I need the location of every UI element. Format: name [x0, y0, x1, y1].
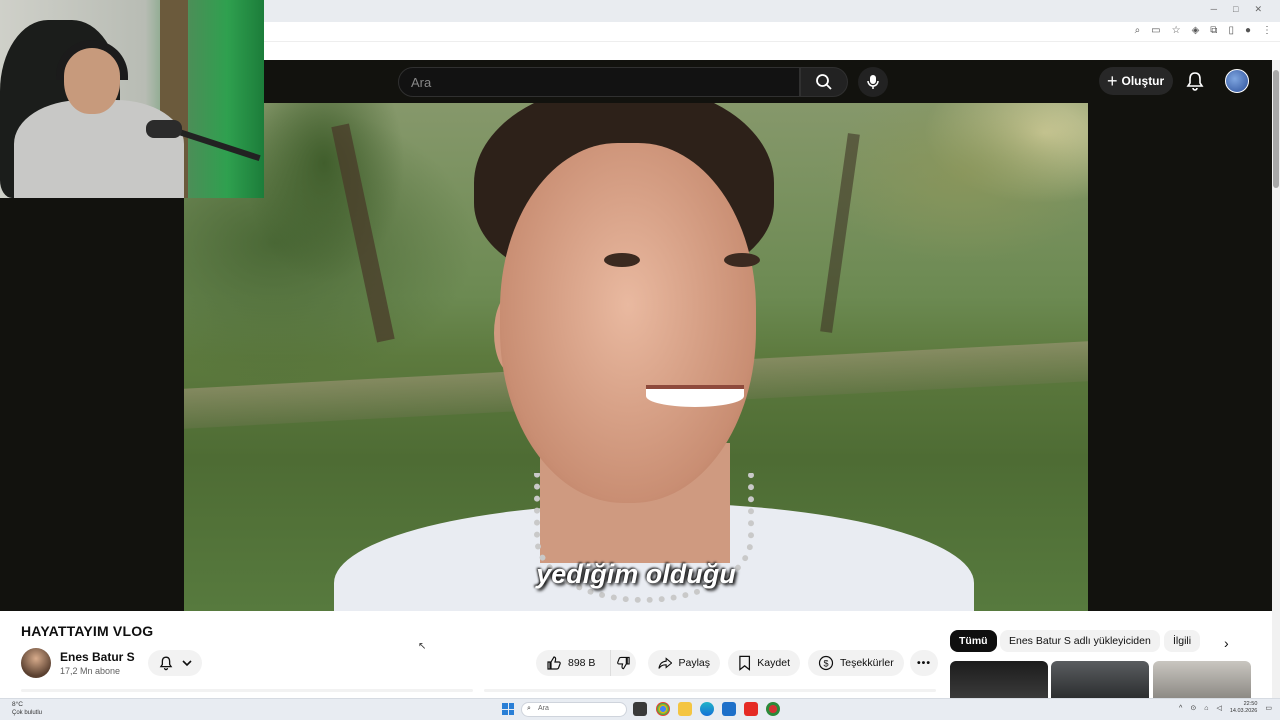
- video-scene-mouth: [646, 385, 744, 407]
- video-scene-eye: [604, 253, 640, 267]
- clock[interactable]: 22:50 14.03.2026: [1230, 701, 1258, 715]
- video-title: HAYATTAYIM VLOG: [21, 623, 154, 639]
- youtube-icon[interactable]: [744, 702, 758, 716]
- search-icon: [816, 74, 832, 90]
- thanks-label: Teşekkürler: [840, 657, 894, 669]
- maximize-icon[interactable]: □: [1233, 4, 1238, 15]
- dislike-button[interactable]: [610, 650, 636, 676]
- account-avatar[interactable]: [1225, 69, 1249, 93]
- file-explorer-icon[interactable]: [678, 702, 692, 716]
- subscription-bell-button[interactable]: [148, 650, 202, 676]
- cast-icon[interactable]: ▭: [1151, 25, 1160, 36]
- chip-from-uploader[interactable]: Enes Batur S adlı yükleyiciden: [1000, 630, 1160, 652]
- chrome-icon[interactable]: [656, 702, 670, 716]
- voice-search-button[interactable]: [858, 67, 888, 97]
- video-subtitle: yediğim olduğu: [536, 559, 736, 589]
- app-icon[interactable]: [766, 702, 780, 716]
- windows-taskbar: 8°C Çok bulutlu ⌕ Ara ^ ⊙ ⌂ ◁ 22:50 14.0…: [0, 698, 1280, 720]
- share-button[interactable]: Paylaş: [648, 650, 720, 676]
- chip-related[interactable]: İlgili: [1164, 630, 1201, 652]
- screen: ─ □ ✕ ⌕ ▭ ☆ ◈ ⧉ ▯ ● ⋮ Ara + Oluştur yedi…: [0, 0, 1280, 720]
- channel-name[interactable]: Enes Batur S: [60, 650, 135, 664]
- video-scene-tree: [331, 123, 395, 343]
- plus-icon: +: [1107, 71, 1118, 91]
- microphone-icon: [867, 75, 879, 89]
- thanks-button[interactable]: $ Teşekkürler: [808, 650, 904, 676]
- volume-icon[interactable]: ◁: [1216, 704, 1221, 712]
- chevron-down-icon: [181, 660, 192, 667]
- subscriber-count: 17,2 Mn abone: [60, 666, 121, 676]
- edge-icon[interactable]: [700, 702, 714, 716]
- weather-temperature: 8°C: [12, 701, 23, 708]
- store-icon[interactable]: [722, 702, 736, 716]
- page-scrollbar[interactable]: [1272, 60, 1280, 698]
- recommended-video-thumbnail[interactable]: [1051, 661, 1149, 698]
- video-player[interactable]: yediğim olduğu: [184, 103, 1088, 611]
- share-arrow-icon: [658, 657, 673, 669]
- channel-avatar[interactable]: [21, 648, 51, 678]
- webcam-person-body: [14, 100, 184, 198]
- close-icon[interactable]: ✕: [1254, 4, 1262, 15]
- save-button[interactable]: Kaydet: [728, 650, 800, 676]
- task-view-icon[interactable]: [633, 702, 647, 716]
- search-input[interactable]: Ara: [398, 67, 800, 97]
- search-icon: ⌕: [527, 705, 531, 712]
- chip-all[interactable]: Tümü: [950, 630, 997, 652]
- notifications-bell-icon[interactable]: [1184, 70, 1206, 92]
- system-tray: ^ ⊙ ⌂ ◁ 22:50 14.03.2026 ▭: [1179, 701, 1272, 715]
- bell-icon: [159, 656, 172, 671]
- like-count: 898 B: [568, 657, 596, 669]
- svg-text:$: $: [823, 659, 828, 669]
- search-button[interactable]: [800, 67, 848, 97]
- zoom-icon[interactable]: ⌕: [1135, 25, 1141, 36]
- taskbar-search-placeholder: Ara: [538, 705, 549, 712]
- video-info-section: HAYATTAYIM VLOG Enes Batur S 17,2 Mn abo…: [0, 611, 1272, 698]
- share-label: Paylaş: [678, 657, 710, 669]
- windows-start-icon[interactable]: [502, 703, 514, 715]
- taskbar-search-input[interactable]: ⌕ Ara: [521, 702, 627, 717]
- weather-widget[interactable]: 8°C Çok bulutlu: [12, 701, 42, 717]
- window-controls: ─ □ ✕: [1211, 4, 1262, 15]
- weather-description: Çok bulutlu: [12, 710, 43, 716]
- mouse-cursor-icon: ↖: [418, 641, 427, 652]
- more-horizontal-icon: •••: [916, 657, 932, 669]
- comments-box-edge: [484, 689, 936, 692]
- webcam-microphone: [146, 120, 182, 138]
- bookmark-star-icon[interactable]: ☆: [1172, 25, 1181, 36]
- scrollbar-thumb[interactable]: [1273, 70, 1279, 188]
- youtube-header: Ara + Oluştur: [264, 60, 1272, 103]
- recommended-video-thumbnail[interactable]: [1153, 661, 1251, 698]
- more-actions-button[interactable]: •••: [910, 650, 938, 676]
- create-button[interactable]: + Oluştur: [1099, 67, 1173, 95]
- video-scene-face: [500, 143, 756, 503]
- profile-icon[interactable]: ●: [1245, 25, 1251, 36]
- streamer-webcam-overlay: [0, 0, 264, 198]
- bookmark-icon: [739, 655, 751, 671]
- microphone-icon[interactable]: ⊙: [1190, 704, 1196, 712]
- thumbs-down-icon: [617, 656, 630, 670]
- chevron-up-icon[interactable]: ^: [1179, 705, 1182, 712]
- chevron-right-icon[interactable]: ›: [1224, 635, 1229, 651]
- video-scene-tree: [820, 133, 860, 333]
- clock-time: 22:50: [1243, 701, 1258, 707]
- create-label: Oluştur: [1121, 74, 1165, 88]
- save-label: Kaydet: [757, 657, 790, 669]
- notification-icon[interactable]: ▭: [1265, 704, 1272, 712]
- minimize-icon[interactable]: ─: [1211, 4, 1217, 15]
- thumbs-up-icon: [547, 656, 561, 670]
- clock-date: 14.03.2026: [1229, 708, 1258, 714]
- like-button[interactable]: 898 B: [536, 650, 610, 676]
- puzzle-icon[interactable]: ⧉: [1210, 25, 1217, 36]
- extension-icon[interactable]: ◈: [1192, 25, 1200, 36]
- super-thanks-icon: $: [818, 655, 834, 671]
- description-box-edge: [21, 689, 473, 692]
- address-bar-icons: ⌕ ▭ ☆ ◈ ⧉ ▯ ● ⋮: [1135, 25, 1272, 36]
- menu-kebab-icon[interactable]: ⋮: [1262, 25, 1272, 36]
- video-scene-eye: [724, 253, 760, 267]
- recommended-video-thumbnail[interactable]: [950, 661, 1048, 698]
- network-icon[interactable]: ⌂: [1204, 705, 1208, 712]
- sidebar-icon[interactable]: ▯: [1228, 25, 1234, 36]
